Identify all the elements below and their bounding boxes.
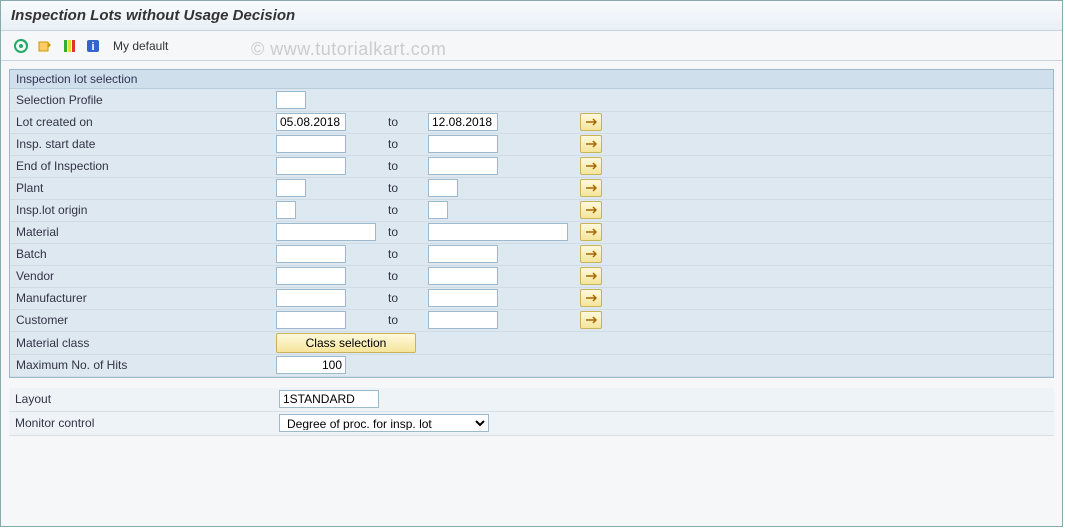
multiple-selection-button[interactable] <box>580 245 602 263</box>
multiple-selection-button[interactable] <box>580 289 602 307</box>
multiple-selection-button[interactable] <box>580 157 602 175</box>
to-label: to <box>382 243 422 265</box>
monitor-control-select[interactable]: Degree of proc. for insp. lot <box>279 414 489 432</box>
max-hits-input[interactable] <box>276 356 346 374</box>
group-title: Inspection lot selection <box>10 70 1053 89</box>
end-insp-from-input[interactable] <box>276 157 346 175</box>
material-to-input[interactable] <box>428 223 568 241</box>
label: Plant <box>10 177 270 199</box>
manufacturer-to-input[interactable] <box>428 289 498 307</box>
svg-text:i: i <box>91 41 94 53</box>
to-label: to <box>382 111 422 133</box>
row-customer: Customer to <box>10 309 1053 331</box>
variant-icon[interactable] <box>35 36 55 56</box>
row-insp-origin: Insp.lot origin to <box>10 199 1053 221</box>
label: Monitor control <box>15 416 279 430</box>
insp-origin-to-input[interactable] <box>428 201 448 219</box>
manufacturer-from-input[interactable] <box>276 289 346 307</box>
insp-start-to-input[interactable] <box>428 135 498 153</box>
label: Insp.lot origin <box>10 199 270 221</box>
vendor-from-input[interactable] <box>276 267 346 285</box>
to-label: to <box>382 133 422 155</box>
row-insp-start: Insp. start date to <box>10 133 1053 155</box>
row-manufacturer: Manufacturer to <box>10 287 1053 309</box>
label: Insp. start date <box>10 133 270 155</box>
my-default-button[interactable]: My default <box>113 39 168 53</box>
status-lights-icon[interactable] <box>59 36 79 56</box>
label: Selection Profile <box>10 89 270 111</box>
label: Batch <box>10 243 270 265</box>
to-label: to <box>382 155 422 177</box>
inspection-lot-selection-group: Inspection lot selection Selection Profi… <box>9 69 1054 378</box>
multiple-selection-button[interactable] <box>580 201 602 219</box>
row-monitor-control: Monitor control Degree of proc. for insp… <box>9 412 1054 436</box>
insp-start-from-input[interactable] <box>276 135 346 153</box>
toolbar: i My default <box>1 31 1062 61</box>
to-label: to <box>382 221 422 243</box>
row-plant: Plant to <box>10 177 1053 199</box>
end-insp-to-input[interactable] <box>428 157 498 175</box>
page-title: Inspection Lots without Usage Decision <box>1 1 1062 31</box>
row-material-class: Material class Class selection <box>10 331 1053 354</box>
row-max-hits: Maximum No. of Hits <box>10 354 1053 376</box>
info-icon[interactable]: i <box>83 36 103 56</box>
selection-profile-input[interactable] <box>276 91 306 109</box>
customer-to-input[interactable] <box>428 311 498 329</box>
insp-origin-from-input[interactable] <box>276 201 296 219</box>
batch-from-input[interactable] <box>276 245 346 263</box>
label: Maximum No. of Hits <box>10 354 270 376</box>
material-from-input[interactable] <box>276 223 376 241</box>
row-layout: Layout <box>9 388 1054 412</box>
label: Manufacturer <box>10 287 270 309</box>
label: Layout <box>15 392 279 406</box>
label: Material class <box>10 331 270 354</box>
layout-input[interactable] <box>279 390 379 408</box>
multiple-selection-button[interactable] <box>580 267 602 285</box>
multiple-selection-button[interactable] <box>580 179 602 197</box>
multiple-selection-button[interactable] <box>580 311 602 329</box>
to-label: to <box>382 265 422 287</box>
label: Lot created on <box>10 111 270 133</box>
to-label: to <box>382 177 422 199</box>
to-label: to <box>382 287 422 309</box>
content-area: Inspection lot selection Selection Profi… <box>1 61 1062 444</box>
plant-to-input[interactable] <box>428 179 458 197</box>
label: Customer <box>10 309 270 331</box>
label: Vendor <box>10 265 270 287</box>
row-vendor: Vendor to <box>10 265 1053 287</box>
row-end-insp: End of Inspection to <box>10 155 1053 177</box>
lot-created-to-input[interactable] <box>428 113 498 131</box>
vendor-to-input[interactable] <box>428 267 498 285</box>
batch-to-input[interactable] <box>428 245 498 263</box>
plant-from-input[interactable] <box>276 179 306 197</box>
row-batch: Batch to <box>10 243 1053 265</box>
execute-icon[interactable] <box>11 36 31 56</box>
label: Material <box>10 221 270 243</box>
multiple-selection-button[interactable] <box>580 223 602 241</box>
multiple-selection-button[interactable] <box>580 113 602 131</box>
label: End of Inspection <box>10 155 270 177</box>
to-label: to <box>382 309 422 331</box>
row-lot-created: Lot created on to <box>10 111 1053 133</box>
multiple-selection-button[interactable] <box>580 135 602 153</box>
sap-window: Inspection Lots without Usage Decision i… <box>0 0 1063 527</box>
to-label: to <box>382 199 422 221</box>
row-material: Material to <box>10 221 1053 243</box>
lot-created-from-input[interactable] <box>276 113 346 131</box>
class-selection-button[interactable]: Class selection <box>276 333 416 353</box>
customer-from-input[interactable] <box>276 311 346 329</box>
row-selection-profile: Selection Profile <box>10 89 1053 111</box>
